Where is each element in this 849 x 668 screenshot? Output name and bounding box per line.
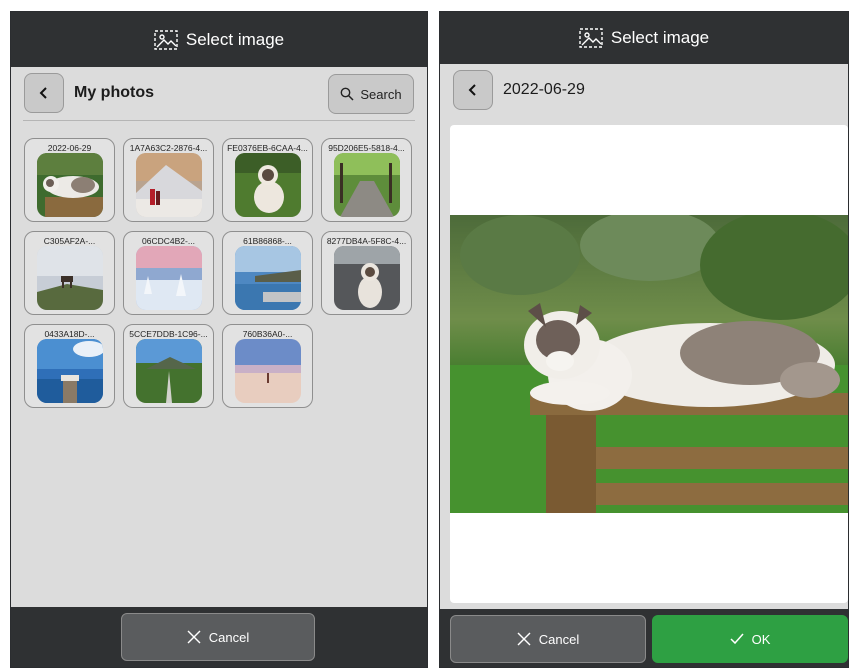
photo-tile[interactable]: FE0376EB-6CAA-4... (222, 138, 313, 222)
cancel-label: Cancel (538, 631, 580, 647)
cancel-button[interactable]: Cancel (450, 615, 646, 663)
photo-tile[interactable]: 95D206E5-5818-4... (321, 138, 412, 222)
close-icon (187, 630, 201, 644)
photo-tile-label: 06CDC4B2-... (142, 236, 195, 246)
photo-thumbnail (37, 153, 103, 217)
chevron-left-icon (468, 84, 476, 96)
title-bar: Select image (11, 12, 427, 67)
ok-label: OK (751, 631, 771, 647)
image-preview (450, 125, 848, 603)
photo-thumbnail (235, 153, 301, 217)
photo-thumbnail (136, 246, 202, 310)
photo-tile[interactable]: 2022-06-29 (24, 138, 115, 222)
photo-tile[interactable]: C305AF2A-... (24, 231, 115, 315)
footer-bar: Cancel OK (440, 609, 848, 667)
photo-tile[interactable]: 8277DB4A-5F8C-4... (321, 231, 412, 315)
title-text: Select image (610, 28, 710, 47)
photo-thumbnail (136, 339, 202, 403)
photo-tile-label: 61B86868-... (243, 236, 292, 246)
photo-tile[interactable]: 06CDC4B2-... (123, 231, 214, 315)
photo-tile-label: 1A7A63C2-2876-4... (129, 143, 208, 153)
preview-photo (450, 215, 848, 513)
subheader: 2022-06-29 (440, 64, 848, 116)
photo-thumbnail (334, 246, 400, 310)
checkmark-icon (730, 633, 744, 645)
page-title: My photos (74, 84, 154, 101)
title-bar: Select image (440, 12, 848, 64)
photo-tile-label: 5CCE7DDB-1C96-... (129, 329, 208, 339)
photo-tile-label: 760B36A0-... (242, 329, 293, 339)
photo-thumbnail (334, 153, 400, 217)
photo-tile[interactable]: 61B86868-... (222, 231, 313, 315)
title-text: Select image (185, 29, 285, 49)
search-icon (340, 87, 354, 101)
back-button[interactable] (453, 70, 493, 110)
divider (23, 120, 415, 121)
back-button[interactable] (24, 73, 64, 113)
image-select-icon (154, 29, 178, 50)
ok-button[interactable]: OK (652, 615, 848, 663)
subheader: My photos Search (11, 67, 427, 119)
photo-tile-label: FE0376EB-6CAA-4... (227, 143, 308, 153)
chevron-left-icon (39, 87, 47, 99)
image-select-icon (579, 28, 603, 48)
photo-thumbnail (37, 246, 103, 310)
photo-tile[interactable]: 760B36A0-... (222, 324, 313, 408)
photo-tile-label: C305AF2A-... (43, 236, 96, 246)
cancel-label: Cancel (208, 629, 250, 645)
photo-tile-label: 0433A18D-... (44, 329, 95, 339)
cancel-button[interactable]: Cancel (121, 613, 315, 661)
close-icon (517, 632, 531, 646)
photo-tile-label: 95D206E5-5818-4... (328, 143, 405, 153)
photo-tile[interactable]: 1A7A63C2-2876-4... (123, 138, 214, 222)
photo-tile-label: 8277DB4A-5F8C-4... (326, 236, 407, 246)
photo-thumbnail (37, 339, 103, 403)
photo-thumbnail (136, 153, 202, 217)
image-preview-panel: Select image 2022-06-29 Cancel OK (439, 11, 849, 668)
search-button[interactable]: Search (328, 74, 414, 114)
footer-bar: Cancel (11, 607, 427, 667)
photo-tile-label: 2022-06-29 (47, 143, 92, 153)
photo-thumbnail (235, 246, 301, 310)
photo-tile[interactable]: 5CCE7DDB-1C96-... (123, 324, 214, 408)
search-label: Search (360, 86, 402, 102)
page-title: 2022-06-29 (503, 81, 585, 98)
photo-thumbnail (235, 339, 301, 403)
photo-tile[interactable]: 0433A18D-... (24, 324, 115, 408)
photo-picker-panel: Select image My photos Search 2022-06-29 (10, 11, 428, 668)
